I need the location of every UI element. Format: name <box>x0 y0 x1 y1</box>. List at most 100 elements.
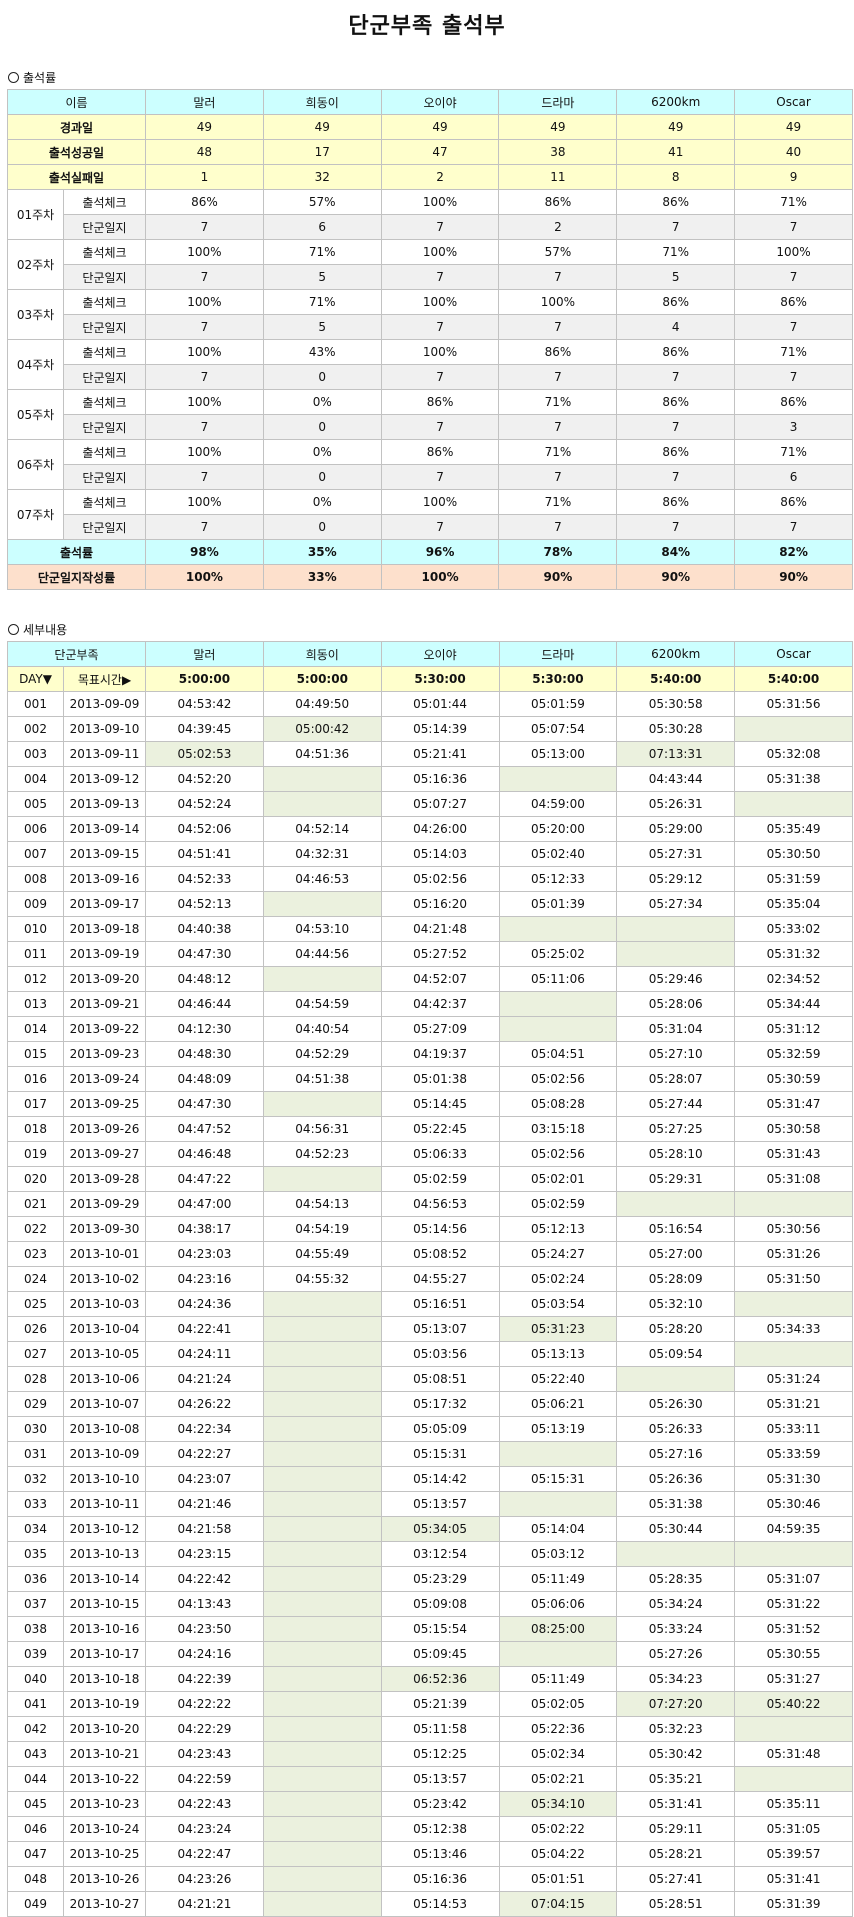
wake-time-cell: 05:21:41 <box>380 741 500 767</box>
wake-time-cell: 05:04:22 <box>498 1841 618 1867</box>
wake-time-cell: 04:21:24 <box>145 1366 264 1392</box>
wake-time-cell: 05:14:03 <box>380 841 500 867</box>
attendance-rate-value: 84% <box>616 539 736 565</box>
wake-time-cell <box>734 1716 853 1742</box>
wake-time-cell: 05:28:20 <box>616 1316 736 1342</box>
wake-time-cell: 05:07:54 <box>498 716 618 742</box>
wake-time-cell: 05:31:26 <box>734 1241 853 1267</box>
wake-time-cell: 05:11:49 <box>498 1566 618 1592</box>
wake-time-cell: 05:22:45 <box>380 1116 500 1142</box>
wake-time-cell: 05:14:42 <box>380 1466 500 1492</box>
stat-value: 38 <box>498 139 618 165</box>
daily-row: 020 2013-09-28 04:47:22 05:02:59 05:02:01 05:… <box>7 1166 853 1192</box>
day-number-cell: 018 <box>7 1116 64 1142</box>
daily-row: 045 2013-10-23 04:22:43 05:23:42 05:34:10 05:… <box>7 1791 853 1817</box>
member-name-header: 희동이 <box>262 89 382 115</box>
daily-row: 028 2013-10-06 04:21:24 05:08:51 05:22:40 05:… <box>7 1366 853 1392</box>
wake-time-cell: 03:12:54 <box>380 1541 500 1567</box>
stat-value: 1 <box>145 164 264 190</box>
wake-time-cell <box>262 1466 382 1492</box>
wake-time-cell: 05:35:04 <box>734 891 853 917</box>
member-name-header: 말러 <box>145 89 264 115</box>
day-number-cell: 025 <box>7 1291 64 1317</box>
stat-value: 11 <box>498 164 618 190</box>
wake-time-cell: 04:24:11 <box>145 1341 264 1367</box>
wake-time-cell <box>262 1616 382 1642</box>
wake-time-cell: 05:27:41 <box>616 1866 736 1892</box>
wake-time-cell <box>734 1766 853 1792</box>
wake-time-cell: 04:38:17 <box>145 1216 264 1242</box>
daily-row: 047 2013-10-25 04:22:47 05:13:46 05:04:22 05:… <box>7 1841 853 1867</box>
wake-time-cell <box>498 916 618 942</box>
member-name-header: 오이야 <box>380 89 500 115</box>
wake-time-cell: 04:48:30 <box>145 1041 264 1067</box>
day-number-cell: 027 <box>7 1341 64 1367</box>
wake-time-cell: 05:04:51 <box>498 1041 618 1067</box>
wake-time-cell: 04:52:33 <box>145 866 264 892</box>
wake-time-cell: 05:28:21 <box>616 1841 736 1867</box>
day-number-cell: 022 <box>7 1216 64 1242</box>
wake-time-cell <box>262 1666 382 1692</box>
wake-time-cell <box>616 1541 736 1567</box>
wake-time-cell: 05:08:51 <box>380 1366 500 1392</box>
date-cell: 2013-09-15 <box>62 841 147 867</box>
wake-time-cell: 05:11:58 <box>380 1716 500 1742</box>
wake-time-cell: 04:22:29 <box>145 1716 264 1742</box>
day-number-cell: 011 <box>7 941 64 967</box>
date-cell: 2013-09-12 <box>62 766 147 792</box>
wake-time-cell: 05:14:45 <box>380 1091 500 1117</box>
week-log-row: 단군일지 7 0 7 7 7 7 <box>8 514 853 540</box>
wake-time-cell: 05:34:44 <box>734 991 853 1017</box>
wake-time-cell <box>262 891 382 917</box>
daily-row: 023 2013-10-01 04:23:03 04:55:49 05:08:52 05:… <box>7 1241 853 1267</box>
wake-time-cell: 05:13:46 <box>380 1841 500 1867</box>
wake-time-cell: 05:15:31 <box>380 1441 500 1467</box>
wake-time-cell: 05:31:24 <box>734 1366 853 1392</box>
wake-time-cell: 05:29:11 <box>616 1816 736 1842</box>
page-title: 단군부족 출석부 <box>348 14 506 39</box>
wake-time-cell: 07:13:31 <box>616 741 736 767</box>
stat-value: 40 <box>734 139 853 165</box>
day-number-cell: 042 <box>7 1716 64 1742</box>
day-number-cell: 043 <box>7 1741 64 1767</box>
date-cell: 2013-09-28 <box>62 1166 147 1192</box>
wake-time-cell: 04:46:53 <box>262 866 382 892</box>
check-value: 71% <box>734 339 853 365</box>
date-cell: 2013-10-03 <box>62 1291 147 1317</box>
log-label: 단군일지 <box>63 414 146 440</box>
stat-value: 32 <box>262 164 382 190</box>
member-name-header: 6200km <box>616 89 736 115</box>
wake-time-cell: 05:15:54 <box>380 1616 500 1642</box>
target-time-header-cell: 목표시간▶ <box>62 666 147 692</box>
wake-time-cell <box>262 1891 382 1917</box>
date-cell: 2013-09-22 <box>62 1016 147 1042</box>
log-value: 7 <box>380 414 500 440</box>
wake-time-cell <box>262 1516 382 1542</box>
daily-row: 008 2013-09-16 04:52:33 04:46:53 05:02:56 05:… <box>7 866 853 892</box>
wake-time-cell: 05:27:00 <box>616 1241 736 1267</box>
log-value: 7 <box>734 514 853 540</box>
day-number-cell: 024 <box>7 1266 64 1292</box>
log-value: 7 <box>498 264 618 290</box>
wake-time-cell: 04:49:50 <box>262 691 382 717</box>
log-value: 7 <box>380 364 500 390</box>
date-cell: 2013-10-24 <box>62 1816 147 1842</box>
wake-time-cell: 05:27:52 <box>380 941 500 967</box>
wake-time-cell <box>498 991 618 1017</box>
week-check-row: 03주차 출석체크 100% 71% 100% 100% 86% 86% <box>7 289 853 340</box>
attendance-rate-value: 96% <box>380 539 500 565</box>
wake-time-cell: 04:48:09 <box>145 1066 264 1092</box>
wake-time-cell: 04:54:19 <box>262 1216 382 1242</box>
day-number-cell: 026 <box>7 1316 64 1342</box>
wake-time-cell: 05:08:52 <box>380 1241 500 1267</box>
wake-time-cell: 04:22:22 <box>145 1691 264 1717</box>
wake-time-cell: 05:20:00 <box>498 816 618 842</box>
daily-row: 018 2013-09-26 04:47:52 04:56:31 05:22:45 03:… <box>7 1116 853 1142</box>
date-cell: 2013-09-11 <box>62 741 147 767</box>
daily-row: 003 2013-09-11 05:02:53 04:51:36 05:21:41 05:… <box>7 741 853 767</box>
wake-time-cell <box>262 1166 382 1192</box>
wake-time-cell: 04:52:13 <box>145 891 264 917</box>
week-check-row: 02주차 출석체크 100% 71% 100% 57% 71% 100% <box>7 239 853 290</box>
tribe-header-cell: 단군부족 <box>6 641 147 667</box>
check-value: 86% <box>145 189 264 215</box>
